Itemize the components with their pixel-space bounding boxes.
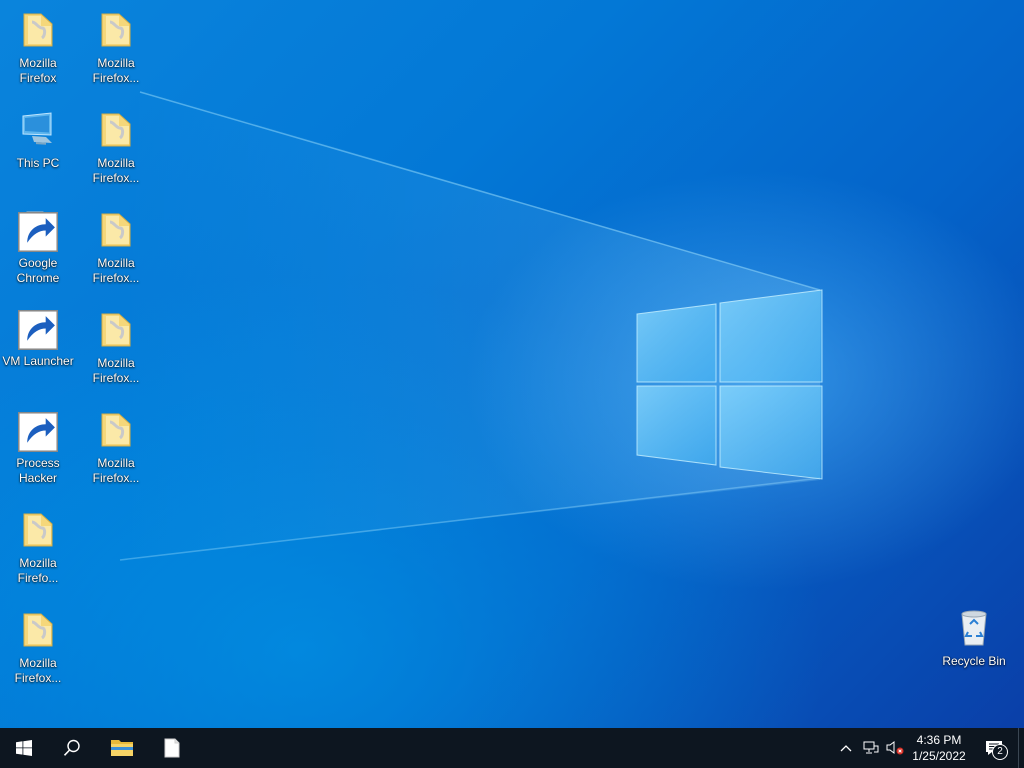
- desktop-icon-mozilla-firefox[interactable]: Mozilla Firefox...: [78, 10, 154, 86]
- desktop-icon-label: VM Launcher: [2, 354, 74, 368]
- chevron-up-icon: [840, 745, 852, 752]
- virtualbox-shortcut-icon: [18, 308, 58, 350]
- folder-icon: [18, 510, 58, 550]
- folder-icon: [96, 10, 136, 50]
- taskbar-blank-document[interactable]: [148, 728, 196, 768]
- clock-date: 1/25/2022: [912, 749, 966, 763]
- folder-icon: [96, 410, 136, 450]
- desktop-icon-process-hacker[interactable]: Process Hacker: [0, 410, 76, 486]
- network-tray-button[interactable]: [860, 728, 882, 768]
- folder-icon: [96, 310, 136, 350]
- desktop-icon-label: Google Chrome: [16, 256, 60, 285]
- notification-count-badge: 2: [992, 744, 1008, 760]
- desktop-icon-mozilla-firefox[interactable]: Mozilla Firefo...: [0, 510, 76, 586]
- desktop[interactable]: Mozilla Firefox This PC Google Chrome VM…: [0, 0, 1024, 728]
- document-icon: [164, 738, 180, 758]
- desktop-icon-label: Mozilla Firefox...: [92, 356, 140, 385]
- desktop-icon-label: Mozilla Firefox: [19, 56, 57, 85]
- desktop-icon-this-pc[interactable]: This PC: [0, 110, 76, 171]
- search-icon: [63, 739, 80, 756]
- taskbar-file-explorer[interactable]: [98, 728, 146, 768]
- network-icon: [863, 741, 879, 754]
- desktop-icon-label: Process Hacker: [16, 456, 60, 485]
- shortcut-arrow-icon: [18, 310, 58, 350]
- shortcut-arrow-icon: [18, 412, 58, 452]
- desktop-icon-mozilla-firefox[interactable]: Mozilla Firefox...: [0, 610, 76, 686]
- this-pc-icon: [18, 110, 58, 150]
- blank-file-shortcut-icon: [18, 210, 58, 252]
- folder-icon: [18, 10, 58, 50]
- taskbar-clock[interactable]: 4:36 PM 1/25/2022: [896, 728, 982, 768]
- desktop-icon-recycle-bin[interactable]: Recycle Bin: [936, 608, 1012, 669]
- folder-icon: [111, 740, 133, 756]
- desktop-icon-label: Mozilla Firefo...: [17, 556, 59, 585]
- desktop-icon-label: Mozilla Firefox...: [14, 656, 62, 685]
- windows-logo-icon: [16, 740, 32, 756]
- desktop-icon-label: Mozilla Firefox...: [92, 456, 140, 485]
- show-desktop-button[interactable]: [1018, 728, 1024, 768]
- desktop-icon-label: Mozilla Firefox...: [92, 156, 140, 185]
- recycle-bin-icon: [954, 608, 994, 648]
- folder-icon: [96, 210, 136, 250]
- desktop-icon-label: Recycle Bin: [942, 654, 1006, 668]
- start-button[interactable]: [0, 728, 48, 768]
- search-button[interactable]: [48, 728, 96, 768]
- desktop-icon-label: This PC: [16, 156, 60, 170]
- desktop-icon-mozilla-firefox[interactable]: Mozilla Firefox...: [78, 410, 154, 486]
- desktop-icon-label: Mozilla Firefox...: [92, 56, 140, 85]
- desktop-icon-mozilla-firefox[interactable]: Mozilla Firefox...: [78, 310, 154, 386]
- desktop-icon-google-chrome[interactable]: Google Chrome: [0, 210, 76, 286]
- desktop-icon-mozilla-firefox[interactable]: Mozilla Firefox...: [78, 210, 154, 286]
- desktop-icon-mozilla-firefox[interactable]: Mozilla Firefox...: [78, 110, 154, 186]
- shortcut-arrow-icon: [18, 212, 58, 252]
- desktop-icon-vm-launcher[interactable]: VM Launcher: [0, 308, 76, 369]
- taskbar: 4:36 PM 1/25/2022 2: [0, 728, 1024, 768]
- show-hidden-icons-button[interactable]: [836, 728, 856, 768]
- action-center-button[interactable]: 2: [980, 728, 1008, 768]
- folder-icon: [96, 110, 136, 150]
- process-hacker-shortcut-icon: [18, 410, 58, 452]
- clock-time: 4:36 PM: [916, 733, 962, 747]
- desktop-icon-mozilla-firefox[interactable]: Mozilla Firefox: [0, 10, 76, 86]
- folder-icon: [18, 610, 58, 650]
- desktop-icon-label: Mozilla Firefox...: [92, 256, 140, 285]
